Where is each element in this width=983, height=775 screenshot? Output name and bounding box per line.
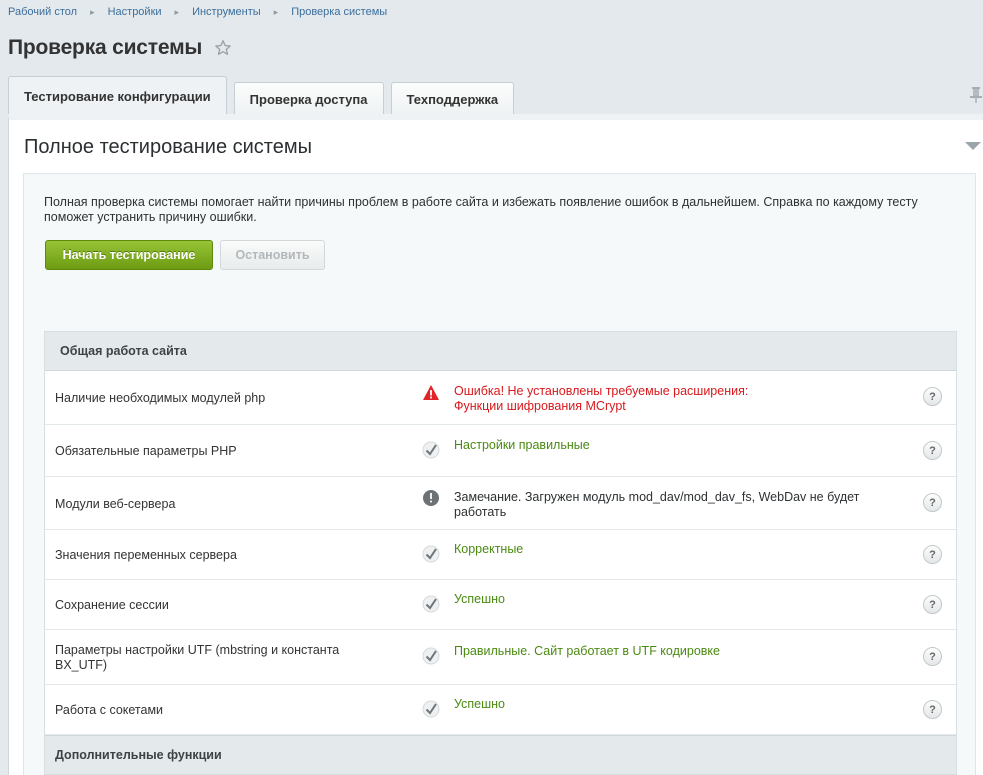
row-status-text: Успешно bbox=[454, 592, 505, 606]
start-testing-button[interactable]: Начать тестирование bbox=[45, 240, 213, 270]
pin-icon[interactable] bbox=[969, 86, 983, 104]
section-header-general: Общая работа сайта bbox=[45, 332, 956, 371]
table-row: Параметры настройки UTF (mbstring и конс… bbox=[45, 630, 956, 685]
table-row: Значения переменных сервера Корректные ? bbox=[45, 530, 956, 580]
panel-description: Полная проверка системы помогает найти п… bbox=[44, 195, 918, 224]
breadcrumb-desktop[interactable]: Рабочий стол bbox=[8, 6, 77, 18]
tab-configuration-testing[interactable]: Тестирование конфигурации bbox=[8, 76, 227, 116]
row-status-text: Правильные. Сайт работает в UTF кодировк… bbox=[454, 644, 720, 658]
checkmark-icon bbox=[422, 545, 440, 563]
breadcrumb-current[interactable]: Проверка системы bbox=[291, 6, 387, 18]
row-status-text: Ошибка! Не установлены требуемые расшире… bbox=[454, 384, 749, 413]
question-icon[interactable]: ? bbox=[923, 647, 942, 666]
tab-support[interactable]: Техподдержка bbox=[390, 82, 515, 116]
breadcrumb-separator bbox=[274, 7, 279, 18]
section-header-additional: Дополнительные функции bbox=[45, 735, 956, 774]
question-icon[interactable]: ? bbox=[923, 700, 942, 719]
warning-triangle-icon bbox=[423, 385, 439, 400]
question-icon[interactable]: ? bbox=[923, 493, 942, 512]
breadcrumb-tools[interactable]: Инструменты bbox=[192, 6, 261, 18]
triangle-down-icon[interactable] bbox=[965, 142, 981, 150]
row-status-text: Корректные bbox=[454, 542, 524, 556]
panel-title: Полное тестирование системы bbox=[24, 136, 312, 158]
row-status-text: Замечание. Загружен модуль mod_dav/mod_d… bbox=[454, 490, 860, 519]
checkmark-icon bbox=[422, 441, 440, 459]
stop-button[interactable]: Остановить bbox=[220, 240, 325, 270]
row-label: Наличие необходимых модулей php bbox=[55, 391, 266, 405]
checkmark-icon bbox=[422, 647, 440, 665]
breadcrumb-separator bbox=[175, 7, 180, 18]
checkmark-icon bbox=[422, 700, 440, 718]
table-row: Обязательные параметры PHP Настройки пра… bbox=[45, 425, 956, 477]
page-title: Проверка системы bbox=[8, 36, 203, 59]
system-check-panel: Полное тестирование системы Полная прове… bbox=[8, 114, 983, 775]
title-row: Проверка системы bbox=[8, 33, 232, 63]
question-icon[interactable]: ? bbox=[923, 545, 942, 564]
table-row: Наличие необходимых модулей php Ошибка! … bbox=[45, 371, 956, 425]
row-label: Модули веб-сервера bbox=[55, 497, 176, 511]
row-label: Работа с сокетами bbox=[55, 703, 164, 717]
table-row: Сохранение сессии Успешно ? bbox=[45, 580, 956, 630]
question-icon[interactable]: ? bbox=[923, 441, 942, 460]
row-status-text: Настройки правильные bbox=[454, 438, 590, 452]
row-label: Значения переменных сервера bbox=[55, 548, 237, 562]
breadcrumb-separator bbox=[90, 7, 95, 18]
star-icon[interactable] bbox=[214, 39, 232, 57]
table-row: Работа с сокетами Успешно ? bbox=[45, 685, 956, 735]
row-status-text: Успешно bbox=[454, 697, 505, 711]
breadcrumb: Рабочий стол Настройки Инструменты Прове… bbox=[8, 4, 387, 20]
panel-body: Полная проверка системы помогает найти п… bbox=[23, 173, 976, 775]
table-row: Модули веб-сервера Замечание. Загружен м… bbox=[45, 477, 956, 530]
row-label: Параметры настройки UTF (mbstring и конс… bbox=[55, 643, 340, 672]
results-table: Общая работа сайта Наличие необходимых м… bbox=[44, 331, 957, 775]
question-icon[interactable]: ? bbox=[923, 387, 942, 406]
exclamation-circle-icon bbox=[423, 490, 439, 506]
breadcrumb-settings[interactable]: Настройки bbox=[108, 6, 162, 18]
row-label: Сохранение сессии bbox=[55, 598, 169, 612]
question-icon[interactable]: ? bbox=[923, 595, 942, 614]
checkmark-icon bbox=[422, 595, 440, 613]
row-label: Обязательные параметры PHP bbox=[55, 444, 237, 458]
tabs: Тестирование конфигурации Проверка досту… bbox=[8, 76, 521, 116]
tab-access-check[interactable]: Проверка доступа bbox=[233, 82, 384, 116]
